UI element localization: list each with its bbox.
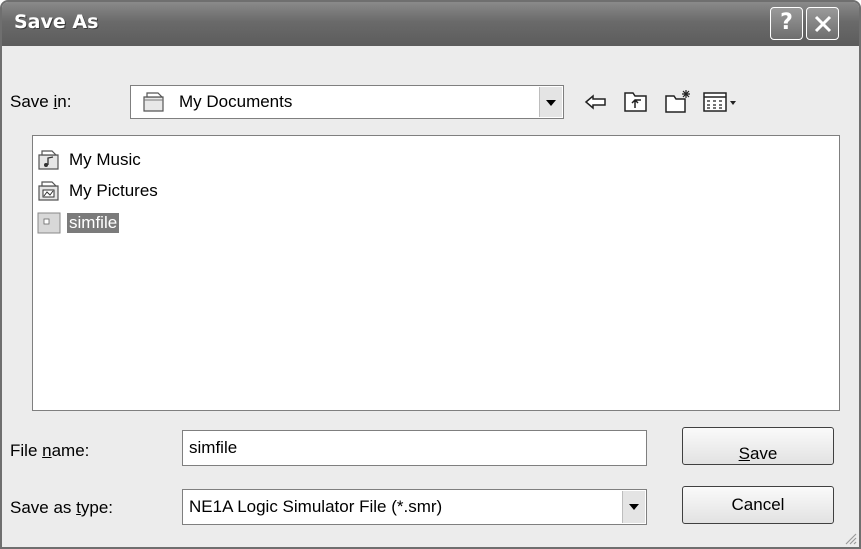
new-folder-icon[interactable] bbox=[664, 88, 692, 116]
up-folder-icon[interactable] bbox=[622, 88, 650, 116]
my-documents-icon bbox=[143, 92, 164, 112]
save-as-type-dropdown[interactable]: NE1A Logic Simulator File (*.smr) bbox=[182, 489, 647, 525]
save-button[interactable]: Save bbox=[682, 427, 834, 465]
save-in-dropdown[interactable]: My Documents bbox=[130, 85, 564, 119]
close-icon bbox=[814, 15, 832, 33]
chevron-down-icon[interactable] bbox=[539, 87, 562, 117]
list-item-label: simfile bbox=[67, 213, 120, 233]
file-name-value: simfile bbox=[189, 438, 238, 457]
file-name-label: File name: bbox=[10, 441, 90, 460]
pictures-folder-icon bbox=[38, 181, 59, 201]
chevron-down-icon[interactable] bbox=[622, 491, 645, 523]
music-folder-icon bbox=[38, 150, 59, 170]
help-icon: ? bbox=[780, 10, 793, 35]
save-as-type-value: NE1A Logic Simulator File (*.smr) bbox=[189, 497, 443, 516]
back-icon[interactable] bbox=[582, 88, 610, 116]
file-list[interactable]: My Music My Pictures simfile bbox=[32, 135, 840, 411]
title-bar[interactable]: Save As ? bbox=[2, 2, 859, 46]
file-icon bbox=[37, 212, 61, 234]
list-item-label: My Pictures bbox=[69, 181, 158, 200]
dialog-title: Save As bbox=[14, 11, 99, 33]
file-name-field[interactable]: simfile bbox=[182, 430, 647, 466]
views-menu-icon[interactable] bbox=[702, 88, 740, 116]
save-in-value: My Documents bbox=[179, 92, 293, 111]
cancel-button[interactable]: Cancel bbox=[682, 486, 834, 524]
save-as-type-label: Save as type: bbox=[10, 498, 114, 517]
save-in-label: Save in: bbox=[10, 92, 72, 111]
save-as-dialog: Save As ? Save in: My Documents My Music… bbox=[0, 0, 861, 549]
help-button[interactable]: ? bbox=[770, 7, 803, 40]
resize-grip-icon[interactable] bbox=[843, 531, 857, 545]
list-item-label: My Music bbox=[69, 150, 141, 169]
close-button[interactable] bbox=[806, 7, 839, 40]
